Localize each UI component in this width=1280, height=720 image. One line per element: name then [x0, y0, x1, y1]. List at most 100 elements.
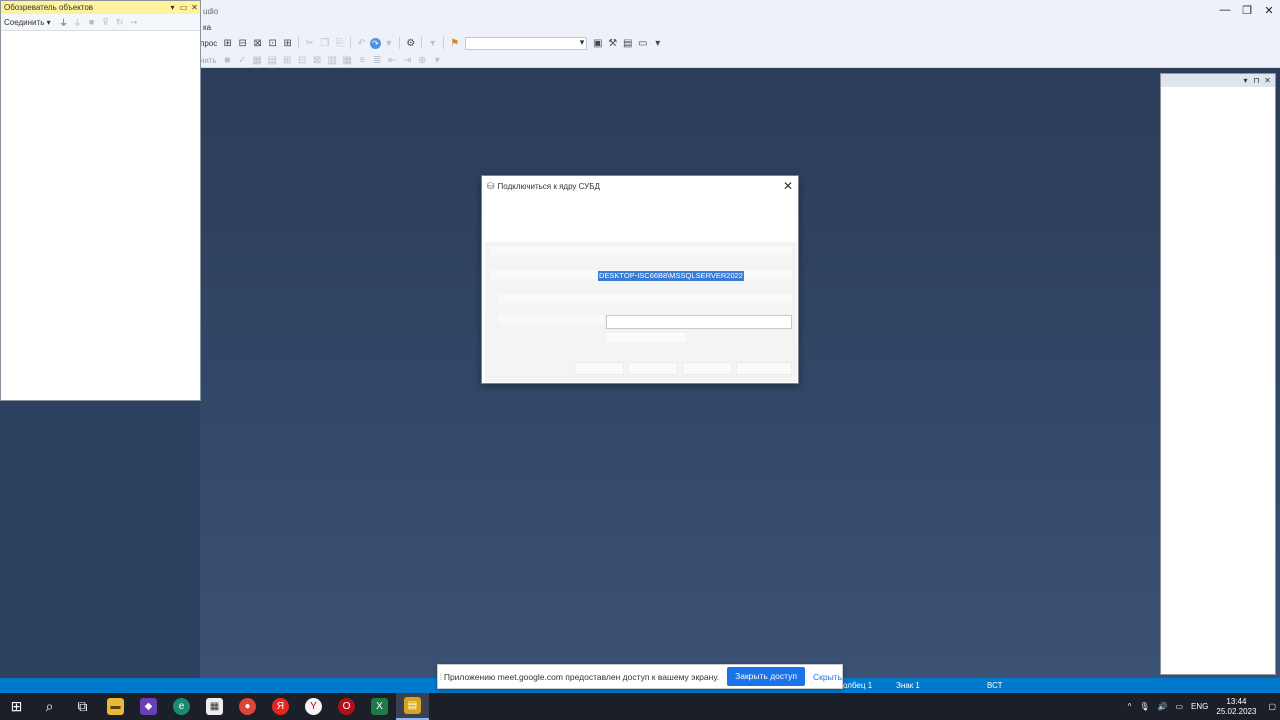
server-name-input[interactable]: DESKTOP-ISC66B8\MSSQLSERVER2022 — [598, 271, 744, 281]
panel-dropdown-icon[interactable]: ▾ — [1240, 76, 1251, 85]
excel-icon[interactable]: X — [363, 693, 396, 720]
options-button[interactable] — [736, 362, 792, 375]
activity-icon[interactable]: ⇝ — [127, 17, 141, 28]
decrease-indent-icon[interactable]: ⇤ — [385, 53, 399, 67]
panel-pin-icon[interactable]: ⊓ — [1251, 76, 1262, 85]
intellisense-icon[interactable]: ▦ — [340, 53, 354, 67]
window-layout-icon[interactable]: ▭ — [636, 36, 650, 50]
minimize-button[interactable]: — — [1214, 2, 1236, 18]
menu-bar-fragment[interactable]: ка — [203, 23, 211, 32]
edge-browser-icon[interactable]: e — [165, 693, 198, 720]
execute-button[interactable]: нить — [200, 56, 217, 65]
opera-icon[interactable]: O — [330, 693, 363, 720]
dmx-query-icon[interactable]: ⊡ — [266, 36, 280, 50]
ssms-taskbar-icon[interactable]: ▤ — [396, 693, 429, 720]
close-window-button[interactable]: ✕ — [1258, 2, 1280, 18]
object-explorer-title: Обозреватель объектов — [4, 3, 94, 12]
dialog-close-button[interactable]: ✕ — [778, 179, 798, 193]
hide-notification-button[interactable]: Скрыть — [813, 672, 842, 682]
dropdown-arrow-icon[interactable]: ▾ — [426, 36, 440, 50]
uncomment-icon[interactable]: ≣ — [370, 53, 384, 67]
solution-config-combo[interactable] — [465, 36, 588, 50]
clock[interactable]: 13:44 25.02.2023 — [1216, 697, 1256, 717]
activity-monitor-icon[interactable]: ⚙ — [404, 36, 418, 50]
refresh-icon[interactable]: ↻ — [113, 17, 127, 28]
object-explorer-panel: Обозреватель объектов ▾ ▭ ✕ Соединить ▾ … — [0, 0, 201, 401]
stop-icon[interactable]: ■ — [85, 17, 99, 27]
notification-center-icon[interactable]: ▢ — [1268, 702, 1276, 711]
chrome-icon[interactable]: ● — [231, 693, 264, 720]
filter-icon[interactable]: ⊽ — [99, 17, 113, 28]
connect-to-server-dialog: ⛁ Подключиться к ядру СУБД ✕ DESKTOP-ISC… — [481, 175, 799, 384]
results-text-icon[interactable]: ▤ — [265, 53, 279, 67]
client-stats-icon[interactable]: ⊠ — [310, 53, 324, 67]
mdx-query-icon[interactable]: ⊠ — [251, 36, 265, 50]
redo-icon[interactable]: ↷ — [369, 37, 381, 49]
task-view-icon[interactable]: ⧉ — [66, 693, 99, 720]
properties-icon[interactable]: ▣ — [591, 36, 605, 50]
stop-sharing-button[interactable]: Закрыть доступ — [727, 667, 805, 686]
connect-plug-icon[interactable]: ⏚ — [57, 16, 71, 29]
paste-icon[interactable]: ⎘ — [333, 36, 347, 50]
disconnect-icon[interactable]: ⏚ — [71, 16, 85, 29]
increase-indent-icon[interactable]: ⇥ — [400, 53, 414, 67]
query-options-icon[interactable]: ⊞ — [280, 53, 294, 67]
find-icon[interactable]: ⚑ — [448, 36, 462, 50]
language-indicator[interactable]: ENG — [1191, 702, 1208, 711]
status-char: Знак 1 — [896, 681, 920, 690]
speaker-icon[interactable]: 🔊 — [1158, 702, 1168, 711]
login-label-row — [498, 315, 604, 324]
search-icon[interactable]: ⌕ — [33, 693, 66, 720]
results-file-icon[interactable]: ▥ — [325, 53, 339, 67]
cut-icon[interactable]: ✂ — [303, 36, 317, 50]
standard-toolbar: прос ⊞ ⊟ ⊠ ⊡ ⊞ ✂ ❐ ⎘ ↶ ↷ ▾ ⚙ ▾ ⚑ ▣ ⚒ ▤ ▭… — [200, 35, 665, 51]
include-plan-icon[interactable]: ⊟ — [295, 53, 309, 67]
properties-panel-header: ▾ ⊓ ✕ — [1161, 74, 1275, 87]
authentication-row[interactable] — [498, 294, 792, 303]
results-grid-icon[interactable]: ▦ — [250, 53, 264, 67]
show-hidden-icons-icon[interactable]: ^ — [1128, 702, 1132, 711]
yandex-browser-icon[interactable]: Y — [297, 693, 330, 720]
specify-values-icon[interactable]: ⊕ — [415, 53, 429, 67]
panel-close-icon[interactable]: ✕ — [189, 3, 200, 12]
server-type-row[interactable] — [490, 246, 792, 255]
status-column: олбец 1 — [843, 681, 873, 690]
redo-dropdown-icon[interactable]: ▾ — [382, 36, 396, 50]
visual-studio-icon[interactable]: ◆ — [132, 693, 165, 720]
stop-icon[interactable]: ■ — [220, 53, 234, 67]
tools-icon[interactable]: ⚒ — [606, 36, 620, 50]
window-controls: — ❐ ✕ — [1214, 2, 1280, 18]
database-query-icon[interactable]: ⊞ — [221, 36, 235, 50]
microphone-icon[interactable]: 🎙 — [1139, 702, 1149, 711]
dialog-body: DESKTOP-ISC66B8\MSSQLSERVER2022 — [485, 242, 797, 382]
cancel-button[interactable] — [628, 362, 678, 375]
yandex-icon[interactable]: Я — [264, 693, 297, 720]
analysis-query-icon[interactable]: ⊟ — [236, 36, 250, 50]
panel-maximize-icon[interactable]: ▭ — [178, 3, 189, 12]
server-connect-icon: ⛁ — [487, 180, 495, 191]
xmla-query-icon[interactable]: ⊞ — [281, 36, 295, 50]
store-icon[interactable]: ▦ — [198, 693, 231, 720]
toolbar-separator — [399, 37, 401, 49]
undo-icon[interactable]: ↶ — [355, 36, 369, 50]
new-query-button[interactable]: прос — [200, 39, 217, 48]
toolbar-options-icon[interactable]: ▾ — [430, 53, 444, 67]
panel-dropdown-icon[interactable]: ▾ — [167, 3, 178, 12]
network-icon[interactable]: ▭ — [1175, 702, 1183, 711]
toolbar-options-icon[interactable]: ▾ — [651, 36, 665, 50]
sql-editor-toolbar: нить ■ ✓ ▦ ▤ ⊞ ⊟ ⊠ ▥ ▦ ≡ ≣ ⇤ ⇥ ⊕ ▾ — [200, 52, 445, 68]
file-explorer-icon[interactable]: ▬ — [99, 693, 132, 720]
toolbox-icon[interactable]: ▤ — [621, 36, 635, 50]
login-input[interactable] — [606, 315, 792, 329]
help-button[interactable] — [682, 362, 732, 375]
connect-dropdown-button[interactable]: Соединить ▾ — [4, 18, 51, 27]
share-message: Приложению meet.google.com предоставлен … — [443, 671, 720, 682]
password-input[interactable] — [606, 333, 686, 342]
parse-icon[interactable]: ✓ — [235, 53, 249, 67]
connect-button[interactable] — [574, 362, 624, 375]
comment-icon[interactable]: ≡ — [355, 53, 369, 67]
start-button-icon[interactable]: ⊞ — [0, 693, 33, 720]
restore-button[interactable]: ❐ — [1236, 2, 1258, 18]
copy-icon[interactable]: ❐ — [318, 36, 332, 50]
panel-close-icon[interactable]: ✕ — [1262, 76, 1273, 85]
